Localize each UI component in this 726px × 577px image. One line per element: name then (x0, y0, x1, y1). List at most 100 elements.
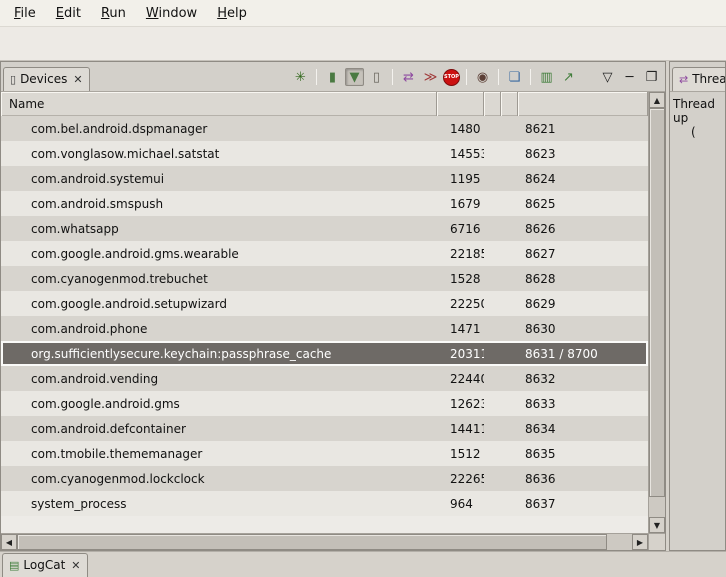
process-pid: 1471 (437, 316, 484, 341)
process-name: system_process (1, 491, 437, 516)
table-row[interactable]: com.cyanogenmod.trebuchet15288628 (1, 266, 648, 291)
empty-cell (484, 141, 501, 166)
device-table-header: Name (1, 92, 648, 116)
view-hierarchy-icon[interactable]: ❏ (505, 68, 524, 86)
device-table: Name com.bel.android.dspmanager14808621c… (1, 92, 648, 533)
process-name: com.google.android.setupwizard (1, 291, 437, 316)
menu-run[interactable]: Run (91, 2, 136, 25)
close-icon[interactable]: ✕ (69, 560, 80, 571)
stop-process-icon[interactable]: STOP (443, 69, 460, 86)
table-row[interactable]: com.cyanogenmod.lockclock222658636 (1, 466, 648, 491)
process-name: com.cyanogenmod.trebuchet (1, 266, 437, 291)
empty-cell (501, 316, 518, 341)
device-table-area: Name com.bel.android.dspmanager14808621c… (1, 92, 665, 533)
table-row[interactable]: com.google.android.gms126238633 (1, 391, 648, 416)
column-header-pid[interactable] (437, 92, 484, 116)
update-heap-icon[interactable]: ▮ (323, 68, 342, 86)
empty-cell (484, 416, 501, 441)
tab-devices[interactable]: ▯ Devices ✕ (3, 67, 90, 91)
process-port: 8624 (518, 166, 648, 191)
process-pid: 20311 (437, 341, 484, 366)
vertical-scroll-track[interactable] (649, 108, 665, 517)
menu-help[interactable]: Help (207, 2, 257, 25)
table-row[interactable]: com.android.vending22440 8632 (1, 366, 648, 391)
empty-cell (484, 341, 501, 366)
table-row[interactable]: system_process9648637 (1, 491, 648, 516)
dump-hprof-icon[interactable]: ▼ (345, 68, 364, 86)
view-menu-icon[interactable]: ▽ (598, 68, 617, 86)
column-header-2[interactable] (501, 92, 518, 116)
horizontal-scroll-thumb[interactable] (17, 534, 607, 550)
menu-file[interactable]: File (4, 2, 46, 25)
process-name: com.google.android.gms (1, 391, 437, 416)
threads-icon: ⇄ (679, 74, 688, 85)
threads-message-line1: Thread up (673, 97, 722, 125)
process-port: 8635 (518, 441, 648, 466)
main-area: ▯ Devices ✕ ✳▮▼▯⇄≫STOP◉❏▥↗▽─❐ Name com.b… (0, 61, 726, 551)
method-profiling-icon[interactable]: ≫ (421, 68, 440, 86)
column-header-1[interactable] (484, 92, 501, 116)
process-name: com.android.systemui (1, 166, 437, 191)
table-row[interactable]: com.whatsapp67168626 (1, 216, 648, 241)
horizontal-scrollbar[interactable]: ◀ ▶ (1, 534, 648, 550)
systrace-icon[interactable]: ▥ (537, 68, 556, 86)
column-header-port[interactable] (518, 92, 648, 116)
empty-cell (484, 466, 501, 491)
maximize-icon[interactable]: ❐ (642, 68, 661, 86)
devices-tab-label: Devices (20, 72, 67, 86)
horizontal-scrollbar-row: ◀ ▶ (1, 533, 665, 550)
scroll-right-button[interactable]: ▶ (632, 534, 648, 550)
table-row[interactable]: com.android.systemui11958624 (1, 166, 648, 191)
empty-cell (501, 416, 518, 441)
process-pid: 22265 (437, 466, 484, 491)
empty-cell (501, 141, 518, 166)
tab-logcat[interactable]: ▤ LogCat ✕ (2, 553, 88, 577)
table-row[interactable]: com.vonglasow.michael.satstat145538623 (1, 141, 648, 166)
table-row[interactable]: com.android.defcontainer144118634 (1, 416, 648, 441)
process-port: 8623 (518, 141, 648, 166)
empty-cell (501, 191, 518, 216)
toolbar-separator (392, 69, 393, 85)
menu-edit[interactable]: Edit (46, 2, 91, 25)
toolbar-separator (530, 69, 531, 85)
device-icon: ▯ (10, 74, 16, 85)
update-threads-icon[interactable]: ⇄ (399, 68, 418, 86)
scroll-down-button[interactable]: ▼ (649, 517, 665, 533)
table-row[interactable]: com.google.android.setupwizard22250 8629 (1, 291, 648, 316)
tab-threads[interactable]: ⇄ Threa (672, 67, 725, 91)
table-row[interactable]: com.android.smspush16798625 (1, 191, 648, 216)
empty-cell (484, 291, 501, 316)
empty-cell (484, 216, 501, 241)
menu-window[interactable]: Window (136, 2, 207, 25)
process-pid: 22250 (437, 291, 484, 316)
threads-panel: ⇄ Threa Thread up ( (669, 61, 726, 551)
opengl-trace-icon[interactable]: ↗ (559, 68, 578, 86)
table-row[interactable]: com.bel.android.dspmanager14808621 (1, 116, 648, 141)
scroll-left-button[interactable]: ◀ (1, 534, 17, 550)
horizontal-scroll-track[interactable] (17, 534, 632, 550)
process-name: com.bel.android.dspmanager (1, 116, 437, 141)
cause-gc-icon[interactable]: ▯ (367, 68, 386, 86)
debug-process-icon[interactable]: ✳ (291, 68, 310, 86)
process-port: 8632 (518, 366, 648, 391)
process-name: com.android.vending (1, 366, 437, 391)
vertical-scrollbar[interactable]: ▲ ▼ (648, 92, 665, 533)
column-header-name[interactable]: Name (1, 92, 437, 116)
table-row[interactable]: org.sufficientlysecure.keychain:passphra… (1, 341, 648, 366)
process-port: 8629 (518, 291, 648, 316)
toolbar-separator (498, 69, 499, 85)
table-row[interactable]: com.tmobile.thememanager15128635 (1, 441, 648, 466)
close-icon[interactable]: ✕ (71, 74, 82, 85)
process-pid: 22440 (437, 366, 484, 391)
empty-cell (501, 291, 518, 316)
minimize-icon[interactable]: ─ (620, 68, 639, 86)
table-row[interactable]: com.google.android.gms.wearable221858627 (1, 241, 648, 266)
screen-capture-icon[interactable]: ◉ (473, 68, 492, 86)
scroll-up-button[interactable]: ▲ (649, 92, 665, 108)
vertical-scroll-thumb[interactable] (649, 108, 665, 497)
process-name: com.android.phone (1, 316, 437, 341)
toolbar-separator (466, 69, 467, 85)
table-row[interactable]: com.android.phone14718630 (1, 316, 648, 341)
process-pid: 1480 (437, 116, 484, 141)
empty-cell (501, 266, 518, 291)
